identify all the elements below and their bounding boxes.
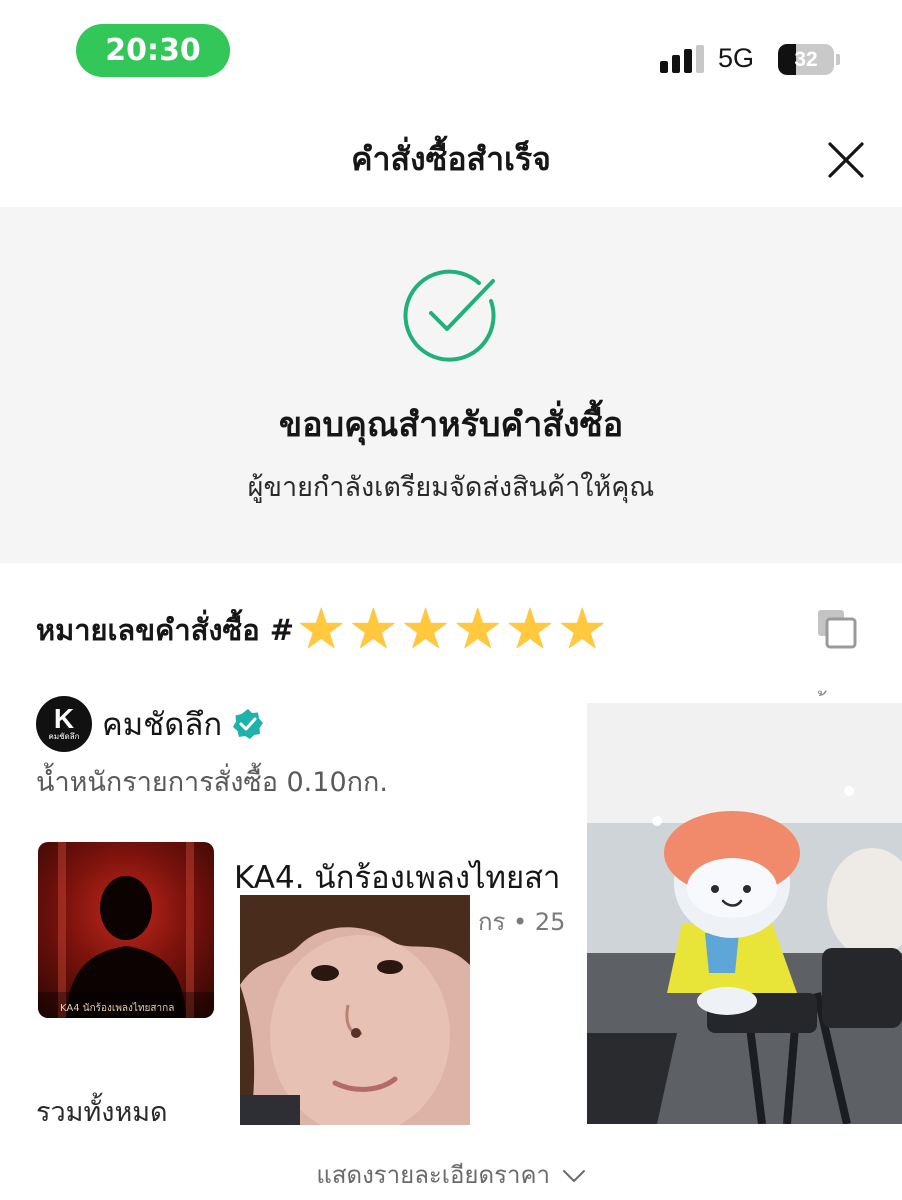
chevron-down-icon <box>562 1170 585 1182</box>
silhouette-image <box>38 842 214 1018</box>
check-circle-icon <box>403 269 496 362</box>
success-panel: ขอบคุณสำหรับคำสั่งซื้อ ผู้ขายกำลังเตรียม… <box>0 207 902 563</box>
star-icon: ★ <box>400 597 451 662</box>
order-weight: น้ำหนักรายการสั่งซื้อ 0.10กก. <box>36 767 388 798</box>
page-title: คำสั่งซื้อสำเร็จ <box>351 140 551 178</box>
network-type: 5G <box>718 43 755 73</box>
star-icon: ★ <box>557 597 608 662</box>
shop-logo-caption: คมชัดลึก <box>48 732 80 741</box>
mascot-image <box>587 703 902 1124</box>
copy-icon[interactable] <box>814 606 860 652</box>
signal-icon <box>660 45 706 73</box>
shop-name: คมชัดลึก <box>102 707 223 743</box>
order-success-screen: 20:30 5G 32 คำสั่งซื้อสำเร็จ ขอบคุณสำหรั… <box>0 0 902 1200</box>
star-icon: ★ <box>452 597 503 662</box>
shop-logo: K คมชัดลึก <box>36 696 92 752</box>
shop-row[interactable]: K คมชัดลึก คมชัดลึก <box>36 696 264 752</box>
battery-tip <box>836 54 840 65</box>
product-thumbnail[interactable]: KA4 นักร้องเพลงไทยสากล <box>38 842 214 1018</box>
overlay-photo-mascot <box>587 703 902 1124</box>
order-number-label: หมายเลขคำสั่งซื้อ # <box>36 613 295 647</box>
show-price-details-link[interactable]: แสดงรายละเอียดราคา <box>0 1155 902 1194</box>
overlay-photo-portrait <box>240 895 470 1125</box>
price-details-label: แสดงรายละเอียดราคา <box>316 1161 550 1189</box>
thank-you-title: ขอบคุณสำหรับคำสั่งซื้อ <box>278 405 624 445</box>
star-icon: ★ <box>348 597 399 662</box>
thumbnail-caption: KA4 นักร้องเพลงไทยสากล <box>60 1003 175 1014</box>
total-label: รวมทั้งหมด <box>36 1097 168 1128</box>
shop-logo-letter: K <box>53 703 75 734</box>
portrait-image <box>240 895 470 1125</box>
thank-you-subtitle: ผู้ขายกำลังเตรียมจัดส่งสินค้าให้คุณ <box>247 472 655 503</box>
order-number: หมายเลขคำสั่งซื้อ # ★ ★ ★ ★ ★ ★ <box>36 602 609 658</box>
battery-icon: 32 <box>778 44 834 75</box>
star-icon: ★ <box>296 597 347 662</box>
battery-level: 32 <box>794 47 818 71</box>
verified-badge-icon <box>233 709 264 739</box>
product-meta: กร • 25 <box>478 908 566 936</box>
status-time: 20:30 <box>76 24 230 77</box>
close-icon[interactable] <box>826 140 866 180</box>
redacted-stars: ★ ★ ★ ★ ★ ★ <box>296 602 609 658</box>
star-icon: ★ <box>504 597 556 662</box>
